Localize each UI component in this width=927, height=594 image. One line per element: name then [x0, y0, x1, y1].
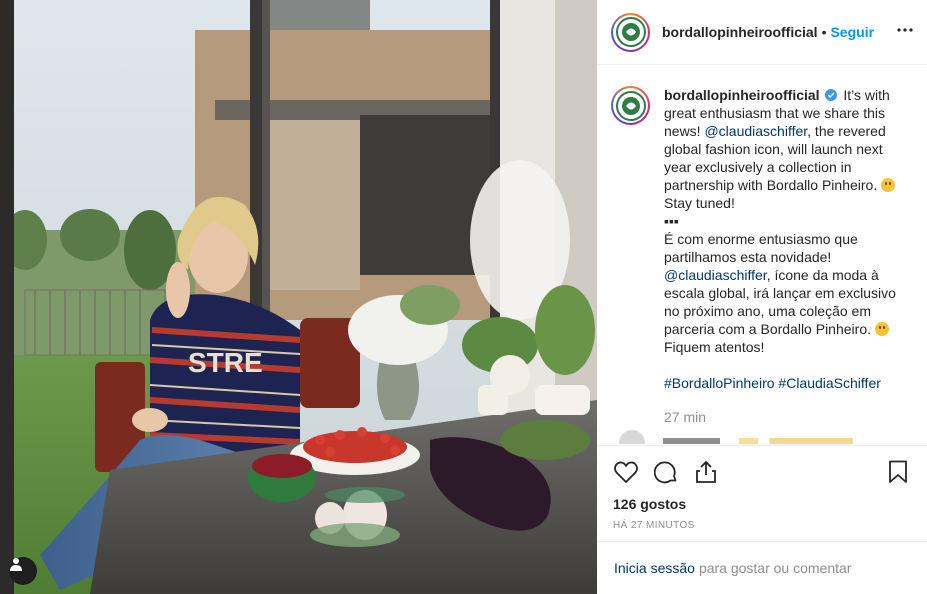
more-options-icon[interactable]	[895, 20, 915, 40]
post-header: bordallopinheiroofficial • Seguir	[597, 0, 927, 65]
post-photo[interactable]: STRE	[0, 0, 597, 594]
smiling-face-emoji-icon	[874, 322, 889, 336]
follow-button[interactable]: Seguir	[830, 24, 874, 40]
post-timestamp[interactable]: HÁ 27 MINUTOS	[613, 520, 911, 531]
brand-logo-icon	[615, 17, 646, 47]
caption-username[interactable]: bordallopinheiroofficial	[664, 87, 820, 103]
hashtag-link[interactable]: #BordalloPinheiro	[664, 375, 775, 391]
brand-logo-icon	[615, 90, 646, 121]
caption-separator-dots: ▪▪▪	[664, 213, 679, 229]
bookmark-icon[interactable]	[885, 459, 911, 485]
likes-count[interactable]: 126 gostos	[613, 496, 911, 512]
separator-dot: •	[821, 24, 827, 40]
comment-icon[interactable]	[653, 459, 679, 485]
comments-section[interactable]: bordallopinheiroofficial It’s with great…	[597, 66, 927, 444]
caption-row: bordallopinheiroofficial It’s with great…	[611, 86, 909, 426]
smiling-face-emoji-icon	[881, 178, 896, 192]
commenter-avatar	[619, 430, 645, 444]
mention-link[interactable]: @claudiaschiffer	[704, 123, 807, 139]
mention-link[interactable]: @claudiaschiffer	[664, 267, 767, 283]
header-username[interactable]: bordallopinheiroofficial	[662, 24, 818, 40]
svg-text:STRE: STRE	[188, 347, 263, 378]
hashtag-link[interactable]: #ClaudiaSchiffer	[778, 375, 880, 391]
verified-badge-icon	[825, 89, 838, 101]
action-icons	[613, 458, 911, 486]
post-side-panel: bordallopinheiroofficial • Seguir bordal…	[597, 0, 927, 594]
photo-illustration: STRE	[0, 0, 597, 594]
comment-text-preview	[663, 438, 853, 444]
next-comment-preview	[611, 430, 909, 444]
login-prompt: Inicia sessão para gostar ou comentar	[597, 541, 927, 594]
post-caption: bordallopinheiroofficial It’s with great…	[664, 86, 904, 426]
caption-text-pt-3: Fiquem atentos!	[664, 339, 765, 355]
post-actions: 126 gostos HÁ 27 MINUTOS	[597, 445, 927, 541]
caption-text-en-3: Stay tuned!	[664, 195, 735, 211]
caption-avatar[interactable]	[611, 86, 650, 125]
caption-time[interactable]: 27 min	[664, 408, 904, 426]
share-icon[interactable]	[693, 459, 719, 485]
login-link[interactable]: Inicia sessão	[614, 560, 695, 576]
user-icon[interactable]	[9, 557, 37, 585]
heart-icon[interactable]	[613, 459, 639, 485]
caption-text-pt-1: É com enorme entusiasmo que partilhamos …	[664, 231, 858, 265]
login-text: para gostar ou comentar	[698, 560, 852, 576]
avatar[interactable]	[611, 12, 650, 52]
